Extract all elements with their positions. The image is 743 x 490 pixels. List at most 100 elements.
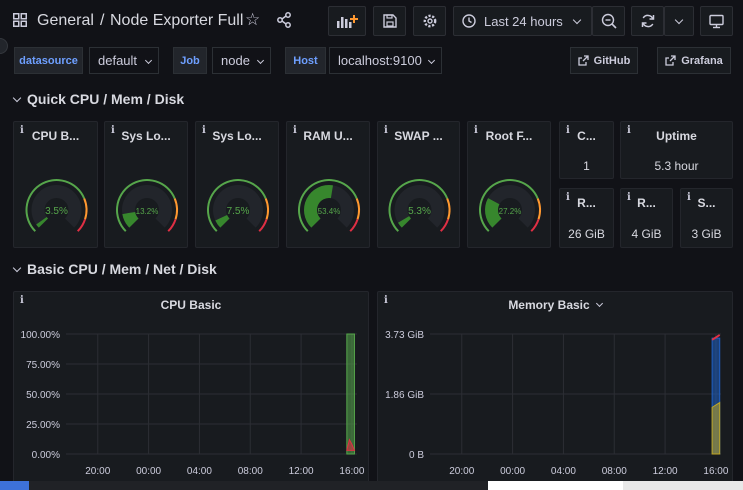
row-toggle-basic[interactable]: Basic CPU / Mem / Net / Disk xyxy=(12,261,217,277)
timeseries-chart: 3.73 GiB 1.86 GiB 0 B 20:00 00:00 04:00 08:00 1… xyxy=(385,330,729,477)
stat-value: 1 xyxy=(583,159,590,173)
chevron-down-icon xyxy=(144,56,153,65)
panel-title: Uptime xyxy=(656,129,697,143)
gauge-threshold-orange xyxy=(446,198,451,220)
time-range-label: Last 24 hours xyxy=(484,13,563,29)
gauge-panel[interactable]: i Sys Lo... 7.5% xyxy=(195,121,279,248)
refresh-button[interactable] xyxy=(631,6,664,36)
x-tick-label: 12:00 xyxy=(653,466,678,477)
tv-mode-button[interactable] xyxy=(700,6,733,36)
y-tick-label: 0.00% xyxy=(32,450,60,461)
chevron-down-icon xyxy=(12,93,22,103)
x-tick-label: 04:00 xyxy=(187,466,212,477)
gauge-chart: 27.2% xyxy=(479,179,541,232)
x-tick-label: 00:00 xyxy=(136,466,161,477)
grafana-link[interactable]: Grafana xyxy=(657,47,731,74)
panel-title: Sys Lo... xyxy=(212,129,262,143)
panel-title: S... xyxy=(697,196,716,210)
dashboard-title[interactable]: Node Exporter Full xyxy=(110,12,243,30)
chevron-down-icon xyxy=(256,56,265,65)
gauge-panel[interactable]: i Sys Lo... 13.2% xyxy=(104,121,188,248)
gauge-chart: 13.2% xyxy=(116,179,178,232)
panel-title: R... xyxy=(577,196,596,210)
variable-value-job: node xyxy=(221,53,250,68)
variable-label-job: Job xyxy=(173,47,207,74)
variable-select-job[interactable]: node xyxy=(212,47,271,74)
panel-title: RAM U... xyxy=(303,129,353,143)
add-panel-button[interactable] xyxy=(328,6,366,36)
panel-cpu-basic[interactable]: i CPU Basic 100.00% 75.00% 50.00% 25.00% 0.0… xyxy=(13,291,369,483)
timeseries-chart: 100.00% 75.00% 50.00% 25.00% 0.00% 20:00 00:00… xyxy=(21,330,365,477)
gauge-threshold-orange xyxy=(173,198,178,220)
y-tick-label: 0 B xyxy=(409,450,424,461)
gauge-value-label: 27.2% xyxy=(499,207,522,216)
star-icon[interactable]: ☆ xyxy=(245,10,260,30)
panel-title: C... xyxy=(577,129,596,143)
time-range-picker[interactable]: Last 24 hours xyxy=(453,6,592,36)
gauge-chart: 3.5% xyxy=(25,179,88,232)
gauge-panel[interactable]: i CPU B... 3.5% xyxy=(13,121,98,248)
scrollbar-track-end xyxy=(623,481,743,490)
variable-select-host[interactable]: localhost:9100 xyxy=(329,47,442,74)
stat-panel-cpu-cores[interactable]: i C... 1 xyxy=(559,121,614,179)
gauge-value-label: 7.5% xyxy=(227,206,250,217)
x-tick-label: 00:00 xyxy=(500,466,525,477)
github-link[interactable]: GitHub xyxy=(570,47,638,74)
gauge-value-label: 3.5% xyxy=(45,206,68,217)
save-dashboard-button[interactable] xyxy=(373,6,406,36)
refresh-interval-dropdown[interactable] xyxy=(664,6,694,36)
clock-icon xyxy=(462,14,476,28)
stat-panel-uptime[interactable]: i Uptime 5.3 hour xyxy=(620,121,733,179)
gauge-threshold-orange xyxy=(355,198,360,220)
add-panel-icon xyxy=(337,15,358,28)
stat-panel-swap-total[interactable]: i S... 3 GiB xyxy=(680,188,733,248)
y-tick-label: 25.00% xyxy=(26,420,60,431)
variable-select-datasource[interactable]: default xyxy=(89,47,159,74)
gauge-value-label: 53.4% xyxy=(318,207,341,216)
refresh-icon xyxy=(641,14,654,28)
dashboard-settings-button[interactable] xyxy=(413,6,446,36)
zoom-out-icon xyxy=(601,13,617,29)
x-tick-label: 20:00 xyxy=(449,466,474,477)
zoom-out-button[interactable] xyxy=(592,6,625,36)
monitor-icon xyxy=(709,14,724,28)
share-icon[interactable] xyxy=(276,12,292,28)
stat-value: 4 GiB xyxy=(631,227,662,241)
breadcrumb-separator: / xyxy=(100,12,105,29)
gauge-chart: 53.4% xyxy=(298,179,360,232)
breadcrumb-folder[interactable]: General xyxy=(37,12,94,30)
stat-panel-ram-total[interactable]: i R... 4 GiB xyxy=(620,188,673,248)
y-tick-label: 1.86 GiB xyxy=(385,390,424,401)
gauge-panel[interactable]: i RAM U... 53.4% xyxy=(286,121,370,248)
horizontal-scrollbar[interactable] xyxy=(0,481,488,490)
chevron-down-icon xyxy=(12,263,22,273)
x-tick-label: 08:00 xyxy=(602,466,627,477)
gauge-threshold-orange xyxy=(536,198,541,220)
y-tick-label: 75.00% xyxy=(26,360,60,371)
panel-title: Sys Lo... xyxy=(121,129,171,143)
stat-value: 26 GiB xyxy=(568,227,605,241)
y-tick-label: 50.00% xyxy=(26,390,60,401)
row-toggle-quick[interactable]: Quick CPU / Mem / Disk xyxy=(12,91,185,107)
gauge-value-label: 5.3% xyxy=(408,206,431,217)
stat-panel-rootfs-total[interactable]: i R... 26 GiB xyxy=(559,188,614,248)
y-tick-label: 3.73 GiB xyxy=(385,330,424,341)
chevron-down-icon xyxy=(674,15,684,24)
external-link-icon xyxy=(578,55,589,66)
row-title-quick: Quick CPU / Mem / Disk xyxy=(27,91,185,107)
gauge-panel[interactable]: i SWAP ... 5.3% xyxy=(377,121,460,248)
y-tick-label: 100.00% xyxy=(21,330,61,341)
variable-label-host: Host xyxy=(285,47,326,74)
gauge-threshold-orange xyxy=(264,198,269,220)
x-tick-label: 16:00 xyxy=(339,466,364,477)
github-link-label: GitHub xyxy=(593,54,631,67)
dashboards-grid-icon[interactable] xyxy=(13,13,27,27)
panel-title: R... xyxy=(637,196,656,210)
gauge-chart: 5.3% xyxy=(388,179,451,232)
gauge-panel[interactable]: i Root F... 27.2% xyxy=(467,121,551,248)
horizontal-scrollbar-thumb[interactable] xyxy=(0,481,29,490)
panel-memory-basic[interactable]: i Memory Basic 3.73 GiB 1.86 GiB 0 B 20:00 0… xyxy=(377,291,733,483)
variable-value-datasource: default xyxy=(98,53,138,68)
stat-value: 3 GiB xyxy=(691,227,722,241)
series-area xyxy=(711,401,721,455)
